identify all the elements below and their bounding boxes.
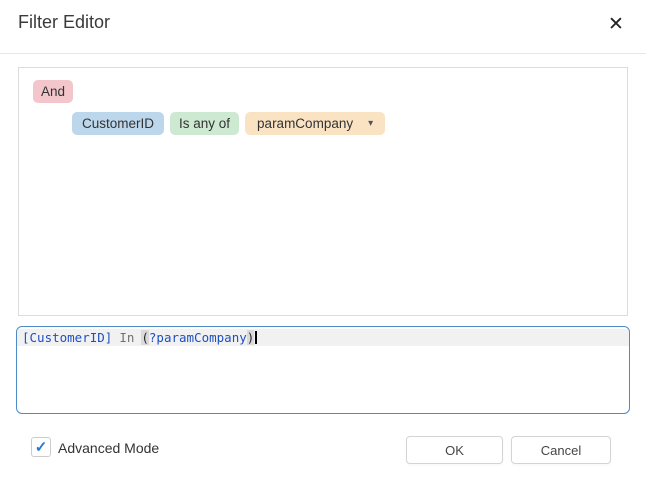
condition-operator-badge[interactable]: Is any of — [170, 112, 239, 135]
condition-field-badge[interactable]: CustomerID — [72, 112, 164, 135]
expression-editor[interactable]: [CustomerID] In (?paramCompany) — [16, 326, 630, 414]
header-divider — [0, 53, 646, 54]
ok-button[interactable]: OK — [406, 436, 503, 464]
cancel-button[interactable]: Cancel — [511, 436, 611, 464]
condition-value-label: paramCompany — [257, 115, 353, 132]
dialog-header: Filter Editor ✕ — [0, 0, 646, 53]
expression-keyword-token: In — [119, 330, 134, 345]
filter-condition-row: CustomerID Is any of paramCompany ▾ — [72, 112, 385, 135]
close-icon[interactable]: ✕ — [602, 10, 630, 38]
expression-open-paren-token: ( — [141, 330, 149, 345]
expression-close-paren-token: ) — [247, 330, 255, 345]
group-operator-badge[interactable]: And — [33, 80, 73, 103]
chevron-down-icon: ▾ — [368, 115, 373, 132]
checkmark-icon: ✓ — [35, 440, 48, 455]
expression-field-token: [CustomerID] — [22, 330, 112, 345]
text-caret — [255, 331, 257, 344]
advanced-mode-label: Advanced Mode — [58, 440, 159, 456]
expression-parameter-token: ?paramCompany — [149, 330, 247, 345]
advanced-mode-checkbox[interactable]: ✓ — [31, 437, 51, 457]
condition-value-badge[interactable]: paramCompany ▾ — [245, 112, 385, 135]
expression-line: [CustomerID] In (?paramCompany) — [17, 329, 629, 346]
dialog-title: Filter Editor — [18, 12, 110, 33]
filter-builder-panel[interactable]: And CustomerID Is any of paramCompany ▾ — [18, 67, 628, 316]
